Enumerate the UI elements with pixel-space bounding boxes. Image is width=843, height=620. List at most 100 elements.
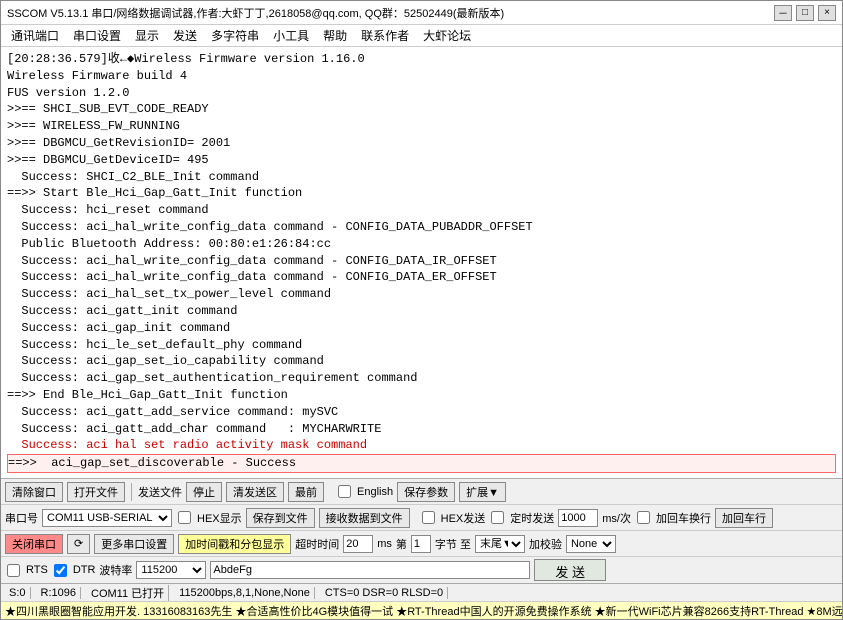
- window-controls: － □ ×: [774, 5, 836, 21]
- flow-ctrl-button[interactable]: 加回车行: [715, 508, 773, 528]
- encode-select[interactable]: None: [566, 535, 616, 553]
- term-line-12: Success: aci_hal_write_config_data comma…: [7, 254, 497, 268]
- newline-label: 加回车换行: [656, 510, 711, 526]
- term-line-14: Success: aci_hal_set_tx_power_level comm…: [7, 287, 331, 301]
- ad-bar: ★四川黑眼圈智能应用开发. 13316083163先生 ★合适高性价比4G模块值…: [1, 601, 842, 619]
- menu-tools[interactable]: 小工具: [267, 26, 315, 45]
- term-line-1: Wireless Firmware build 4: [7, 69, 187, 83]
- save-file-button[interactable]: 保存到文件: [246, 508, 315, 528]
- r-value: R:1096: [37, 587, 81, 599]
- refresh-button[interactable]: ⟳: [67, 534, 90, 554]
- term-line-9: Success: hci_reset command: [7, 203, 209, 217]
- main-window: SSCOM V5.13.1 串口/网络数据调试器,作者:大虾丁丁,2618058…: [0, 0, 843, 620]
- menu-send[interactable]: 发送: [167, 26, 203, 45]
- cts-status: CTS=0 DSR=0 RLSD=0: [321, 587, 448, 599]
- term-line-3: >>== SHCI_SUB_EVT_CODE_READY: [7, 102, 209, 116]
- menu-bar: 通讯端口 串口设置 显示 发送 多字符串 小工具 帮助 联系作者 大虾论坛: [1, 25, 842, 47]
- rts-label: RTS: [26, 564, 48, 576]
- menu-port-settings[interactable]: 串口设置: [67, 26, 127, 45]
- term-line-20: ==>> End Ble_Hci_Gap_Gatt_Init function: [7, 388, 288, 402]
- save-params-button[interactable]: 保存参数: [397, 482, 455, 502]
- status-bar: S:0 R:1096 COM11 已打开 115200bps,8,1,None,…: [1, 583, 842, 601]
- open-file-button[interactable]: 打开文件: [67, 482, 125, 502]
- packet-num-input[interactable]: [411, 535, 431, 553]
- toolbar-row3: 关闭串口 ⟳ 更多串口设置 加时间戳和分包显示 超时时间 ms 第 字节 至 末…: [1, 531, 842, 557]
- bottom-controls: 清除窗口 打开文件 发送文件 停止 清发送区 最前 English 保存参数 扩…: [1, 478, 842, 583]
- hex-display-label: HEX显示: [197, 510, 242, 526]
- encode-label: 加校验: [529, 536, 562, 552]
- toolbar-row2: 串口号 COM11 USB-SERIAL CH340 HEX显示 保存到文件 接…: [1, 505, 842, 531]
- ad-text: ★四川黑眼圈智能应用开发. 13316083163先生 ★合适高性价比4G模块值…: [5, 603, 842, 619]
- rts-checkbox[interactable]: [7, 564, 20, 577]
- timestamp-button[interactable]: 加时间戳和分包显示: [178, 534, 291, 554]
- term-line-6: >>== DBGMCU_GetDeviceID= 495: [7, 153, 209, 167]
- toolbar-row1: 清除窗口 打开文件 发送文件 停止 清发送区 最前 English 保存参数 扩…: [1, 479, 842, 505]
- term-line-4: >>== WIRELESS_FW_RUNNING: [7, 119, 180, 133]
- clear-window-button[interactable]: 清除窗口: [5, 482, 63, 502]
- clear-send-button[interactable]: 清发送区: [226, 482, 284, 502]
- term-line-17: Success: hci_le_set_default_phy command: [7, 338, 302, 352]
- ms-unit-label: ms/次: [602, 510, 631, 526]
- close-port-button[interactable]: 关闭串口: [5, 534, 63, 554]
- stop-button[interactable]: 停止: [186, 482, 222, 502]
- timer-send-label: 定时发送: [510, 510, 554, 526]
- timer-interval-input[interactable]: [558, 509, 598, 527]
- send-input[interactable]: [210, 561, 530, 579]
- maximize-button[interactable]: □: [796, 5, 814, 21]
- term-line-23: Success: aci hal set radio activity mask…: [7, 438, 367, 452]
- term-line-8: ==>> Start Ble_Hci_Gap_Gatt_Init functio…: [7, 186, 302, 200]
- menu-comm[interactable]: 通讯端口: [5, 26, 65, 45]
- timeout-label: 超时时间: [295, 536, 339, 552]
- menu-contact[interactable]: 联系作者: [355, 26, 415, 45]
- baud-status: 115200bps,8,1,None,None: [175, 587, 315, 599]
- ms-label: ms: [377, 538, 392, 550]
- baud-select[interactable]: 115200: [136, 561, 206, 579]
- baud-label: 波特率: [99, 562, 132, 578]
- term-line-22: Success: aci_gatt_add_char command : MYC…: [7, 422, 381, 436]
- english-label: English: [357, 486, 393, 498]
- toolbar-row4: RTS DTR 波特率 115200 发 送: [1, 557, 842, 583]
- timeout-input[interactable]: [343, 535, 373, 553]
- term-line-0: [20:28:36.579]收←◆Wireless Firmware versi…: [7, 52, 365, 66]
- port-status: COM11 已打开: [87, 585, 169, 601]
- term-line-18: Success: aci_gap_set_io_capability comma…: [7, 354, 324, 368]
- term-line-11: Public Bluetooth Address: 00:80:e1:26:84…: [7, 237, 331, 251]
- minimize-button[interactable]: －: [774, 5, 792, 21]
- dtr-label: DTR: [73, 564, 96, 576]
- port-select[interactable]: COM11 USB-SERIAL CH340: [42, 509, 172, 527]
- more-settings-button[interactable]: 更多串口设置: [94, 534, 174, 554]
- window-title: SSCOM V5.13.1 串口/网络数据调试器,作者:大虾丁丁,2618058…: [7, 5, 504, 21]
- hex-send-checkbox[interactable]: [422, 511, 435, 524]
- terminal-output: [20:28:36.579]收←◆Wireless Firmware versi…: [1, 47, 842, 478]
- dtr-checkbox[interactable]: [54, 564, 67, 577]
- menu-multistring[interactable]: 多字符串: [205, 26, 265, 45]
- term-line-13: Success: aci_hal_write_config_data comma…: [7, 270, 497, 284]
- hex-display-checkbox[interactable]: [178, 511, 191, 524]
- packet-label: 第: [396, 536, 407, 552]
- term-line-5: >>== DBGMCU_GetRevisionID= 2001: [7, 136, 230, 150]
- term-line-21: Success: aci_gatt_add_service command: m…: [7, 405, 338, 419]
- menu-help[interactable]: 帮助: [317, 26, 353, 45]
- term-line-7: Success: SHCI_C2_BLE_Init command: [7, 170, 259, 184]
- term-line-10: Success: aci_hal_write_config_data comma…: [7, 220, 533, 234]
- title-bar: SSCOM V5.13.1 串口/网络数据调试器,作者:大虾丁丁,2618058…: [1, 1, 842, 25]
- menu-display[interactable]: 显示: [129, 26, 165, 45]
- term-line-16: Success: aci_gap_init command: [7, 321, 230, 335]
- s-value: S:0: [5, 587, 31, 599]
- term-line-24: ==>> aci_gap_set_discoverable - Success: [7, 454, 836, 473]
- term-line-19: Success: aci_gap_set_authentication_requ…: [7, 371, 417, 385]
- english-checkbox[interactable]: [338, 485, 351, 498]
- close-button[interactable]: ×: [818, 5, 836, 21]
- last-button[interactable]: 最前: [288, 482, 324, 502]
- port-number-label: 串口号: [5, 510, 38, 526]
- recv-file-button[interactable]: 接收数据到文件: [319, 508, 410, 528]
- packet-unit-label: 字节 至: [435, 536, 471, 552]
- expand-button[interactable]: 扩展▼: [459, 482, 506, 502]
- send-file-label: 发送文件: [138, 484, 182, 500]
- packet-end-select[interactable]: 末尾▼: [475, 535, 525, 553]
- newline-checkbox[interactable]: [637, 511, 650, 524]
- timer-send-checkbox[interactable]: [491, 511, 504, 524]
- send-button[interactable]: 发 送: [534, 559, 606, 581]
- menu-forum[interactable]: 大虾论坛: [417, 26, 477, 45]
- hex-send-label: HEX发送: [441, 510, 486, 526]
